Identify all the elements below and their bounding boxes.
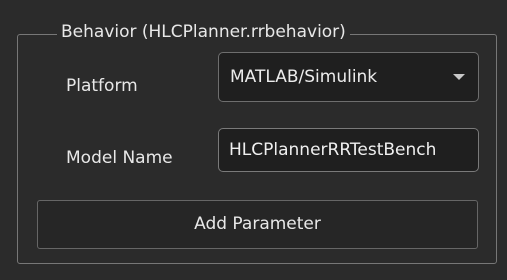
- platform-dropdown[interactable]: MATLAB/Simulink: [218, 52, 479, 102]
- model-name-label: Model Name: [66, 148, 173, 168]
- behavior-group-title: Behavior (HLCPlanner.rrbehavior): [57, 20, 350, 44]
- model-name-field[interactable]: [218, 128, 479, 172]
- chevron-down-icon[interactable]: [453, 74, 465, 80]
- add-parameter-button[interactable]: Add Parameter: [37, 200, 478, 249]
- platform-dropdown-value: MATLAB/Simulink: [230, 67, 378, 87]
- platform-label: Platform: [66, 76, 138, 96]
